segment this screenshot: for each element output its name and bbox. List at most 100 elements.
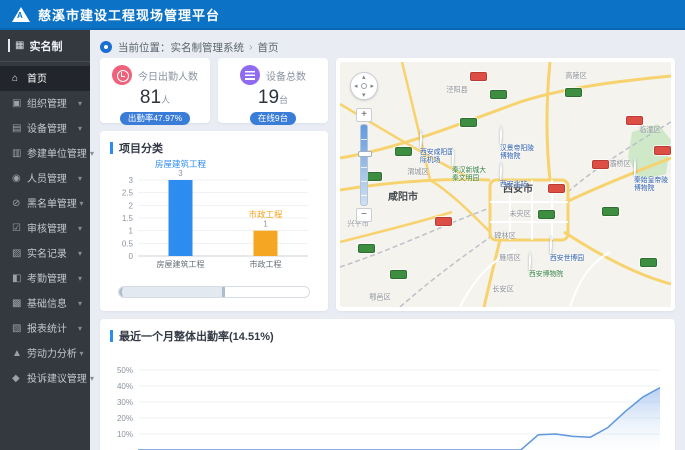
pan-down-icon[interactable]: ▾ <box>362 91 366 99</box>
breadcrumb: 当前位置： 实名制管理系统 › 首页 <box>100 36 675 58</box>
chevron-down-icon <box>78 299 82 308</box>
sidebar-item-audit-management[interactable]: ☑ 审核管理 <box>0 216 90 241</box>
zoom-slider-track[interactable] <box>358 124 372 206</box>
svg-text:30%: 30% <box>117 398 133 407</box>
chevron-down-icon <box>78 174 82 183</box>
sidebar-item-attendance-management[interactable]: ◧ 考勤管理 <box>0 266 90 291</box>
poi-pin-icon[interactable] <box>452 147 454 166</box>
poi-pin-icon[interactable] <box>420 129 422 148</box>
road-shield-icon <box>626 116 643 125</box>
project-category-panel: 项目分类 0 0.5 1 1.5 2 2.5 3 房屋建筑工程 3 房屋建筑工程 市政工程 1 市政工程 <box>100 131 328 311</box>
map-poi-marker[interactable]: 秦始皇帝陵博物院 <box>634 157 671 195</box>
sidebar: ▦ 实名制 ⌂ 首页 ▣ 组织管理 ▤ 设备管理 ▥ 参建单位管理 ◉ 人员管理 <box>0 30 90 450</box>
stat-card-attendance: 今日出勤人数 81人 出勤率47.97% <box>100 58 210 125</box>
svg-text:房屋建筑工程: 房屋建筑工程 <box>155 159 207 169</box>
map-district-label: 灞桥区 <box>609 159 631 168</box>
sidebar-item-realname-records[interactable]: ▨ 实名记录 <box>0 241 90 266</box>
sidebar-menu: ⌂ 首页 ▣ 组织管理 ▤ 设备管理 ▥ 参建单位管理 ◉ 人员管理 ⊘ 黑名单… <box>0 62 90 391</box>
breadcrumb-prefix: 当前位置： <box>118 41 171 54</box>
poi-label: 西安博物院 <box>529 270 563 278</box>
location-pin-icon <box>100 41 112 53</box>
map-canvas[interactable]: 咸阳市 西安市 泾阳县 高陵区 临潼区 渭城区 未央区 灞桥区 碑林区 雁塔区 长安区 鄠邑区 兴平市西… <box>340 62 671 307</box>
sidebar-item-participating-units[interactable]: ▥ 参建单位管理 <box>0 141 90 166</box>
svg-text:市政工程: 市政工程 <box>248 210 283 220</box>
project-category-bar-chart: 00.511.522.53房屋建筑工程3房屋建筑工程市政工程1市政工程 <box>122 159 308 269</box>
road-shield-icon <box>640 258 657 267</box>
map-panel: 咸阳市 西安市 泾阳县 高陵区 临潼区 渭城区 未央区 灞桥区 碑林区 雁塔区 长安区 鄠邑区 兴平市西… <box>336 58 675 311</box>
road-shield-icon <box>538 210 555 219</box>
devices-online-badge: 在线9台 <box>249 112 297 125</box>
sidebar-item-labor-analysis[interactable]: ▲ 劳动力分析 <box>0 341 90 366</box>
road-shield-icon <box>460 118 477 127</box>
road-shield-icon <box>470 72 487 81</box>
app-title: 慈溪市建设工程现场管理平台 <box>38 7 221 23</box>
pan-left-icon[interactable]: ◂ <box>354 82 358 90</box>
map-district-label: 鄠邑区 <box>369 293 391 302</box>
stat-label: 设备总数 <box>266 71 306 83</box>
bar-1[interactable] <box>253 230 278 256</box>
poi-pin-icon[interactable] <box>500 125 502 144</box>
monthly-attendance-panel: 最近一个月整体出勤率(14.51%) 10% 20% 30% 40% 50% <box>100 319 675 450</box>
datazoom-slider[interactable] <box>118 286 310 298</box>
stat-unit: 人 <box>161 95 171 105</box>
people-icon: ◉ <box>12 173 21 184</box>
map-district-label: 泾阳县 <box>446 85 468 94</box>
sidebar-item-blacklist-management[interactable]: ⊘ 黑名单管理 <box>0 191 90 216</box>
device-icon: ▤ <box>12 123 22 134</box>
map-district-label: 未央区 <box>509 209 531 218</box>
map-district-label: 高陵区 <box>565 71 587 80</box>
sidebar-item-complaint-management[interactable]: ◆ 投诉建议管理 <box>0 366 90 391</box>
map-zoom-control: + − <box>356 108 372 222</box>
bar-0[interactable] <box>168 180 193 256</box>
chevron-down-icon <box>78 124 82 133</box>
home-icon: ⌂ <box>12 73 19 84</box>
road-shield-icon <box>654 146 671 155</box>
stat-unit: 台 <box>279 95 289 105</box>
svg-text:10%: 10% <box>117 430 133 439</box>
zoom-slider-handle[interactable] <box>358 151 372 157</box>
road-shield-icon <box>565 88 582 97</box>
svg-text:1.5: 1.5 <box>122 214 134 223</box>
svg-text:2.5: 2.5 <box>122 189 134 198</box>
chevron-down-icon <box>90 374 94 383</box>
sidebar-item-base-info[interactable]: ▩ 基础信息 <box>0 291 90 316</box>
map-poi-marker[interactable]: 西安博物院 <box>529 251 599 280</box>
sidebar-item-device-management[interactable]: ▤ 设备管理 <box>0 116 90 141</box>
chevron-down-icon <box>78 224 82 233</box>
zoom-out-button[interactable]: − <box>356 208 372 222</box>
breadcrumb-system[interactable]: 实名制管理系统 <box>171 40 245 55</box>
sidebar-item-report-statistics[interactable]: ▧ 报表统计 <box>0 316 90 341</box>
sidebar-item-org-management[interactable]: ▣ 组织管理 <box>0 91 90 116</box>
grid-icon: ▦ <box>15 40 25 51</box>
datazoom-slider-handle[interactable] <box>119 287 226 297</box>
road-shield-icon <box>490 90 507 99</box>
sidebar-item-home[interactable]: ⌂ 首页 <box>0 66 90 91</box>
map-district-label: 雁塔区 <box>499 253 521 262</box>
map-pan-control[interactable]: ▴ ▾ ◂ ▸ <box>350 72 378 100</box>
map-district-label: 渭城区 <box>407 167 429 176</box>
svg-text:房屋建筑工程: 房屋建筑工程 <box>157 259 205 269</box>
chevron-down-icon <box>78 324 82 333</box>
road-shield-icon <box>390 270 407 279</box>
attendance-area-chart: 10% 20% 30% 40% 50% <box>117 366 661 450</box>
road-shield-icon <box>435 217 452 226</box>
complaint-icon: ◆ <box>12 373 20 384</box>
svg-text:0.5: 0.5 <box>122 239 134 248</box>
zoom-in-button[interactable]: + <box>356 108 372 122</box>
panel-title: 最近一个月整体出勤率(14.51%) <box>119 331 274 343</box>
pan-right-icon[interactable]: ▸ <box>370 82 374 90</box>
svg-text:3: 3 <box>178 169 183 178</box>
breadcrumb-current: 首页 <box>257 41 279 54</box>
sidebar-item-personnel-management[interactable]: ◉ 人员管理 <box>0 166 90 191</box>
map-poi-marker[interactable]: 秦汉新城大秦文明园 <box>452 147 522 185</box>
svg-text:1: 1 <box>263 220 268 229</box>
blacklist-icon: ⊘ <box>12 198 21 209</box>
labor-icon: ▲ <box>12 348 22 359</box>
poi-pin-icon[interactable] <box>634 157 636 176</box>
map-labels-layer: 咸阳市 西安市 泾阳县 高陵区 临潼区 渭城区 未央区 灞桥区 碑林区 雁塔区 长安区 鄠邑区 兴平市西… <box>340 62 671 307</box>
chevron-down-icon <box>78 274 82 283</box>
company-icon: ▥ <box>12 148 22 159</box>
pan-up-icon[interactable]: ▴ <box>362 73 366 81</box>
poi-pin-icon[interactable] <box>529 251 531 270</box>
svg-text:2: 2 <box>129 201 134 210</box>
